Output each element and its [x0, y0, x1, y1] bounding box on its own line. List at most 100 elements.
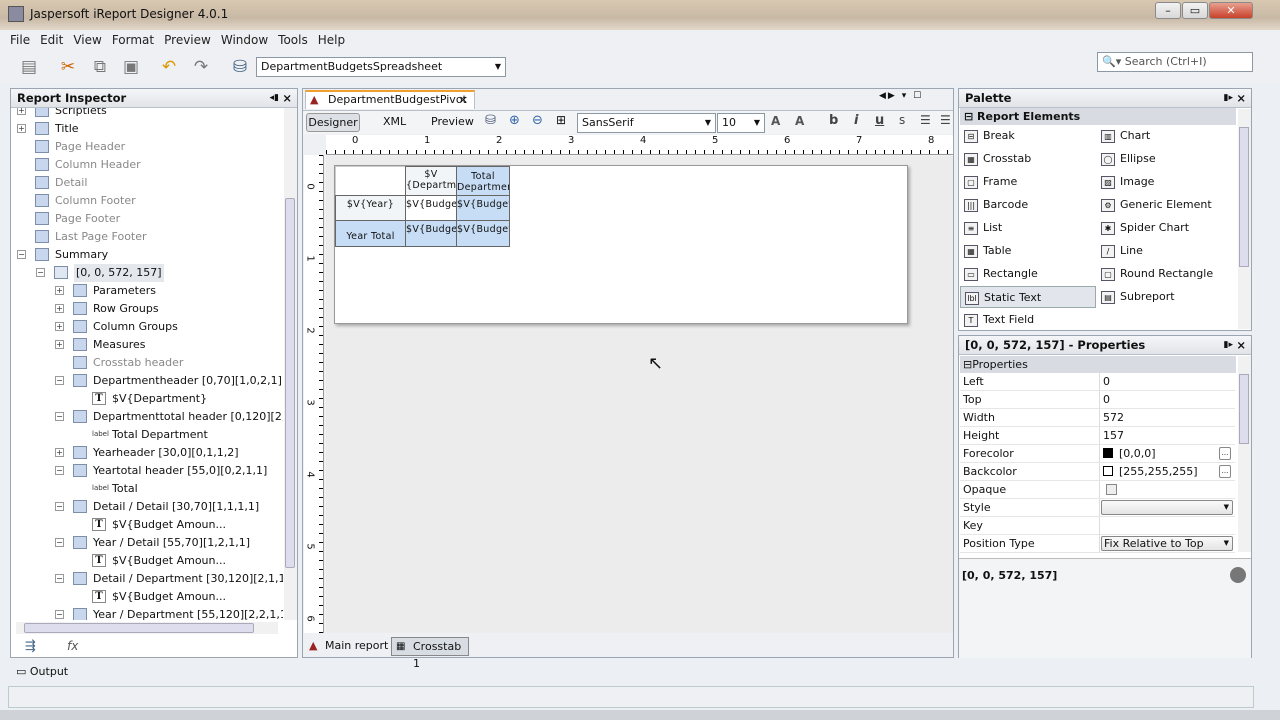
color-picker-button[interactable]: ... — [1219, 447, 1231, 460]
expand-icon[interactable]: + — [17, 108, 26, 115]
tab-crosstab-1[interactable]: ▦ Crosstab 1 — [391, 637, 469, 670]
collapse-icon[interactable]: − — [17, 250, 26, 259]
font-select[interactable]: SansSerif ▼ — [577, 113, 716, 133]
increase-font-icon[interactable]: A — [771, 114, 780, 128]
menu-edit[interactable]: Edit — [40, 33, 63, 47]
collapse-icon[interactable]: − — [55, 412, 64, 421]
property-row[interactable]: Key — [960, 517, 1235, 535]
minimize-panel-icon[interactable]: ▮▸ — [1224, 89, 1233, 107]
properties-scrollbar[interactable] — [1238, 356, 1251, 552]
copy-icon[interactable]: ⧉ — [89, 56, 111, 78]
minimize-panel-icon[interactable]: ▮▸ — [1224, 336, 1233, 354]
palette-item[interactable]: T Text Field — [960, 309, 1096, 331]
report-elements-section[interactable]: ⊟ Report Elements — [960, 108, 1236, 125]
color-picker-button[interactable]: ... — [1219, 465, 1231, 478]
total-department-cell[interactable]: Total Departmen — [456, 166, 510, 196]
property-row[interactable]: Forecolor [0,0,0]... — [960, 445, 1235, 463]
font-size-select[interactable]: 10 ▼ — [717, 113, 765, 133]
detail-detail-cell[interactable]: $V{Budget — [405, 195, 457, 221]
underline-icon[interactable]: u — [875, 113, 884, 128]
collapse-icon[interactable]: − — [55, 538, 64, 547]
bold-icon[interactable]: b — [829, 113, 838, 128]
style-select[interactable]: ▼ — [1101, 500, 1233, 515]
tab-department-budgest-pivot[interactable]: ▲ DepartmentBudgestPivot × — [305, 90, 475, 109]
expand-icon[interactable]: + — [55, 286, 64, 295]
design-canvas[interactable]: $V {Departme Total Departmen $V{Year} $V… — [326, 156, 953, 633]
menu-view[interactable]: View — [73, 33, 101, 47]
property-value[interactable]: Fix Relative to Top ▼ — [1099, 535, 1235, 552]
collapse-icon[interactable]: − — [55, 466, 64, 475]
close-panel-icon[interactable]: × — [1236, 336, 1246, 354]
align-justify-icon[interactable]: ☰ — [940, 113, 951, 127]
strikethrough-icon[interactable]: s — [899, 113, 905, 127]
cut-icon[interactable]: ✂ — [57, 56, 79, 78]
property-row[interactable]: Backcolor [255,255,255]... — [960, 463, 1235, 481]
year-department-cell[interactable]: $V{Budget — [456, 220, 510, 247]
property-value[interactable]: 0 — [1099, 373, 1235, 390]
expression-icon[interactable]: fx — [67, 639, 78, 653]
property-row[interactable]: Opaque — [960, 481, 1235, 499]
tab-navigation-icons[interactable]: ◀▶ ▾ ☐ — [879, 91, 923, 101]
redo-icon[interactable]: ↷ — [190, 56, 212, 78]
menu-file[interactable]: File — [10, 33, 30, 47]
scrollbar-thumb[interactable] — [1239, 127, 1249, 267]
property-value[interactable]: [0,0,0]... — [1099, 445, 1235, 462]
save-all-icon[interactable]: ▤ — [18, 56, 40, 78]
palette-item[interactable]: ⚙ Generic Element — [1097, 194, 1233, 216]
detail-department-cell[interactable]: $V{Budget — [456, 195, 510, 221]
align-left-icon[interactable]: ☰ — [920, 113, 931, 127]
property-row[interactable]: Width 572 — [960, 409, 1235, 427]
search-input[interactable]: 🔍▾ Search (Ctrl+I) — [1097, 52, 1253, 72]
expand-icon[interactable]: + — [55, 304, 64, 313]
collapse-icon[interactable]: − — [55, 610, 64, 619]
designer-mode-button[interactable]: Designer — [306, 113, 360, 132]
property-value[interactable]: [255,255,255]... — [1099, 463, 1235, 480]
zoom-in-icon[interactable]: ⊕ — [509, 113, 520, 128]
datasource-select[interactable]: DepartmentBudgetsSpreadsheet ▼ — [256, 57, 506, 77]
datasource-query-icon[interactable]: ⛁ — [485, 113, 496, 128]
expand-icon[interactable]: + — [17, 124, 26, 133]
close-button[interactable]: ✕ — [1209, 2, 1253, 19]
palette-item[interactable]: ▢ Frame — [960, 171, 1096, 193]
output-tab[interactable]: ▭ Output — [10, 662, 90, 682]
year-detail-cell[interactable]: $V{Budget — [405, 220, 457, 247]
palette-scrollbar[interactable] — [1238, 109, 1251, 329]
parameters-icon[interactable]: ⇶ — [25, 639, 36, 654]
palette-item[interactable]: ✱ Spider Chart — [1097, 217, 1233, 239]
position-type-select[interactable]: Fix Relative to Top ▼ — [1101, 536, 1233, 551]
palette-item[interactable]: ▭ Rectangle — [960, 263, 1096, 285]
collapse-icon[interactable]: − — [55, 502, 64, 511]
menu-format[interactable]: Format — [112, 33, 154, 47]
year-header-cell[interactable]: $V{Year} — [335, 195, 406, 221]
scrollbar-thumb[interactable] — [1239, 374, 1249, 444]
menu-preview[interactable]: Preview — [164, 33, 211, 47]
close-panel-icon[interactable]: × — [1236, 89, 1246, 107]
scrollbar-thumb[interactable] — [285, 198, 295, 568]
expand-icon[interactable]: + — [55, 322, 64, 331]
paste-icon[interactable]: ▣ — [120, 56, 142, 78]
xml-mode-button[interactable]: XML — [383, 115, 406, 128]
property-value[interactable] — [1099, 481, 1235, 498]
datasource-icon[interactable]: ⛁ — [229, 56, 251, 78]
properties-section[interactable]: ⊟Properties — [960, 356, 1236, 373]
palette-item[interactable]: ▦ Crosstab — [960, 148, 1096, 170]
property-row[interactable]: Position Type Fix Relative to Top ▼ — [960, 535, 1235, 553]
palette-item[interactable]: ◯ Ellipse — [1097, 148, 1233, 170]
tab-main-report[interactable]: ▲ Main report — [307, 637, 388, 654]
tree-horizontal-scrollbar[interactable] — [16, 622, 278, 634]
expand-icon[interactable]: + — [55, 340, 64, 349]
property-row[interactable]: Height 157 — [960, 427, 1235, 445]
collapse-icon[interactable]: − — [55, 574, 64, 583]
department-header-cell[interactable]: $V {Departme — [405, 166, 457, 196]
property-row[interactable]: Style ▼ — [960, 499, 1235, 517]
collapse-icon[interactable]: − — [55, 376, 64, 385]
zoom-out-icon[interactable]: ⊖ — [532, 113, 543, 128]
italic-icon[interactable]: i — [854, 113, 858, 128]
palette-item[interactable]: ||| Barcode — [960, 194, 1096, 216]
close-panel-icon[interactable]: × — [282, 89, 292, 107]
palette-item[interactable]: ▥ Chart — [1097, 125, 1233, 147]
palette-item[interactable]: ▨ Image — [1097, 171, 1233, 193]
crosstab-page[interactable]: $V {Departme Total Departmen $V{Year} $V… — [334, 165, 908, 324]
property-value[interactable]: ▼ — [1099, 499, 1235, 516]
expand-icon[interactable]: + — [55, 448, 64, 457]
